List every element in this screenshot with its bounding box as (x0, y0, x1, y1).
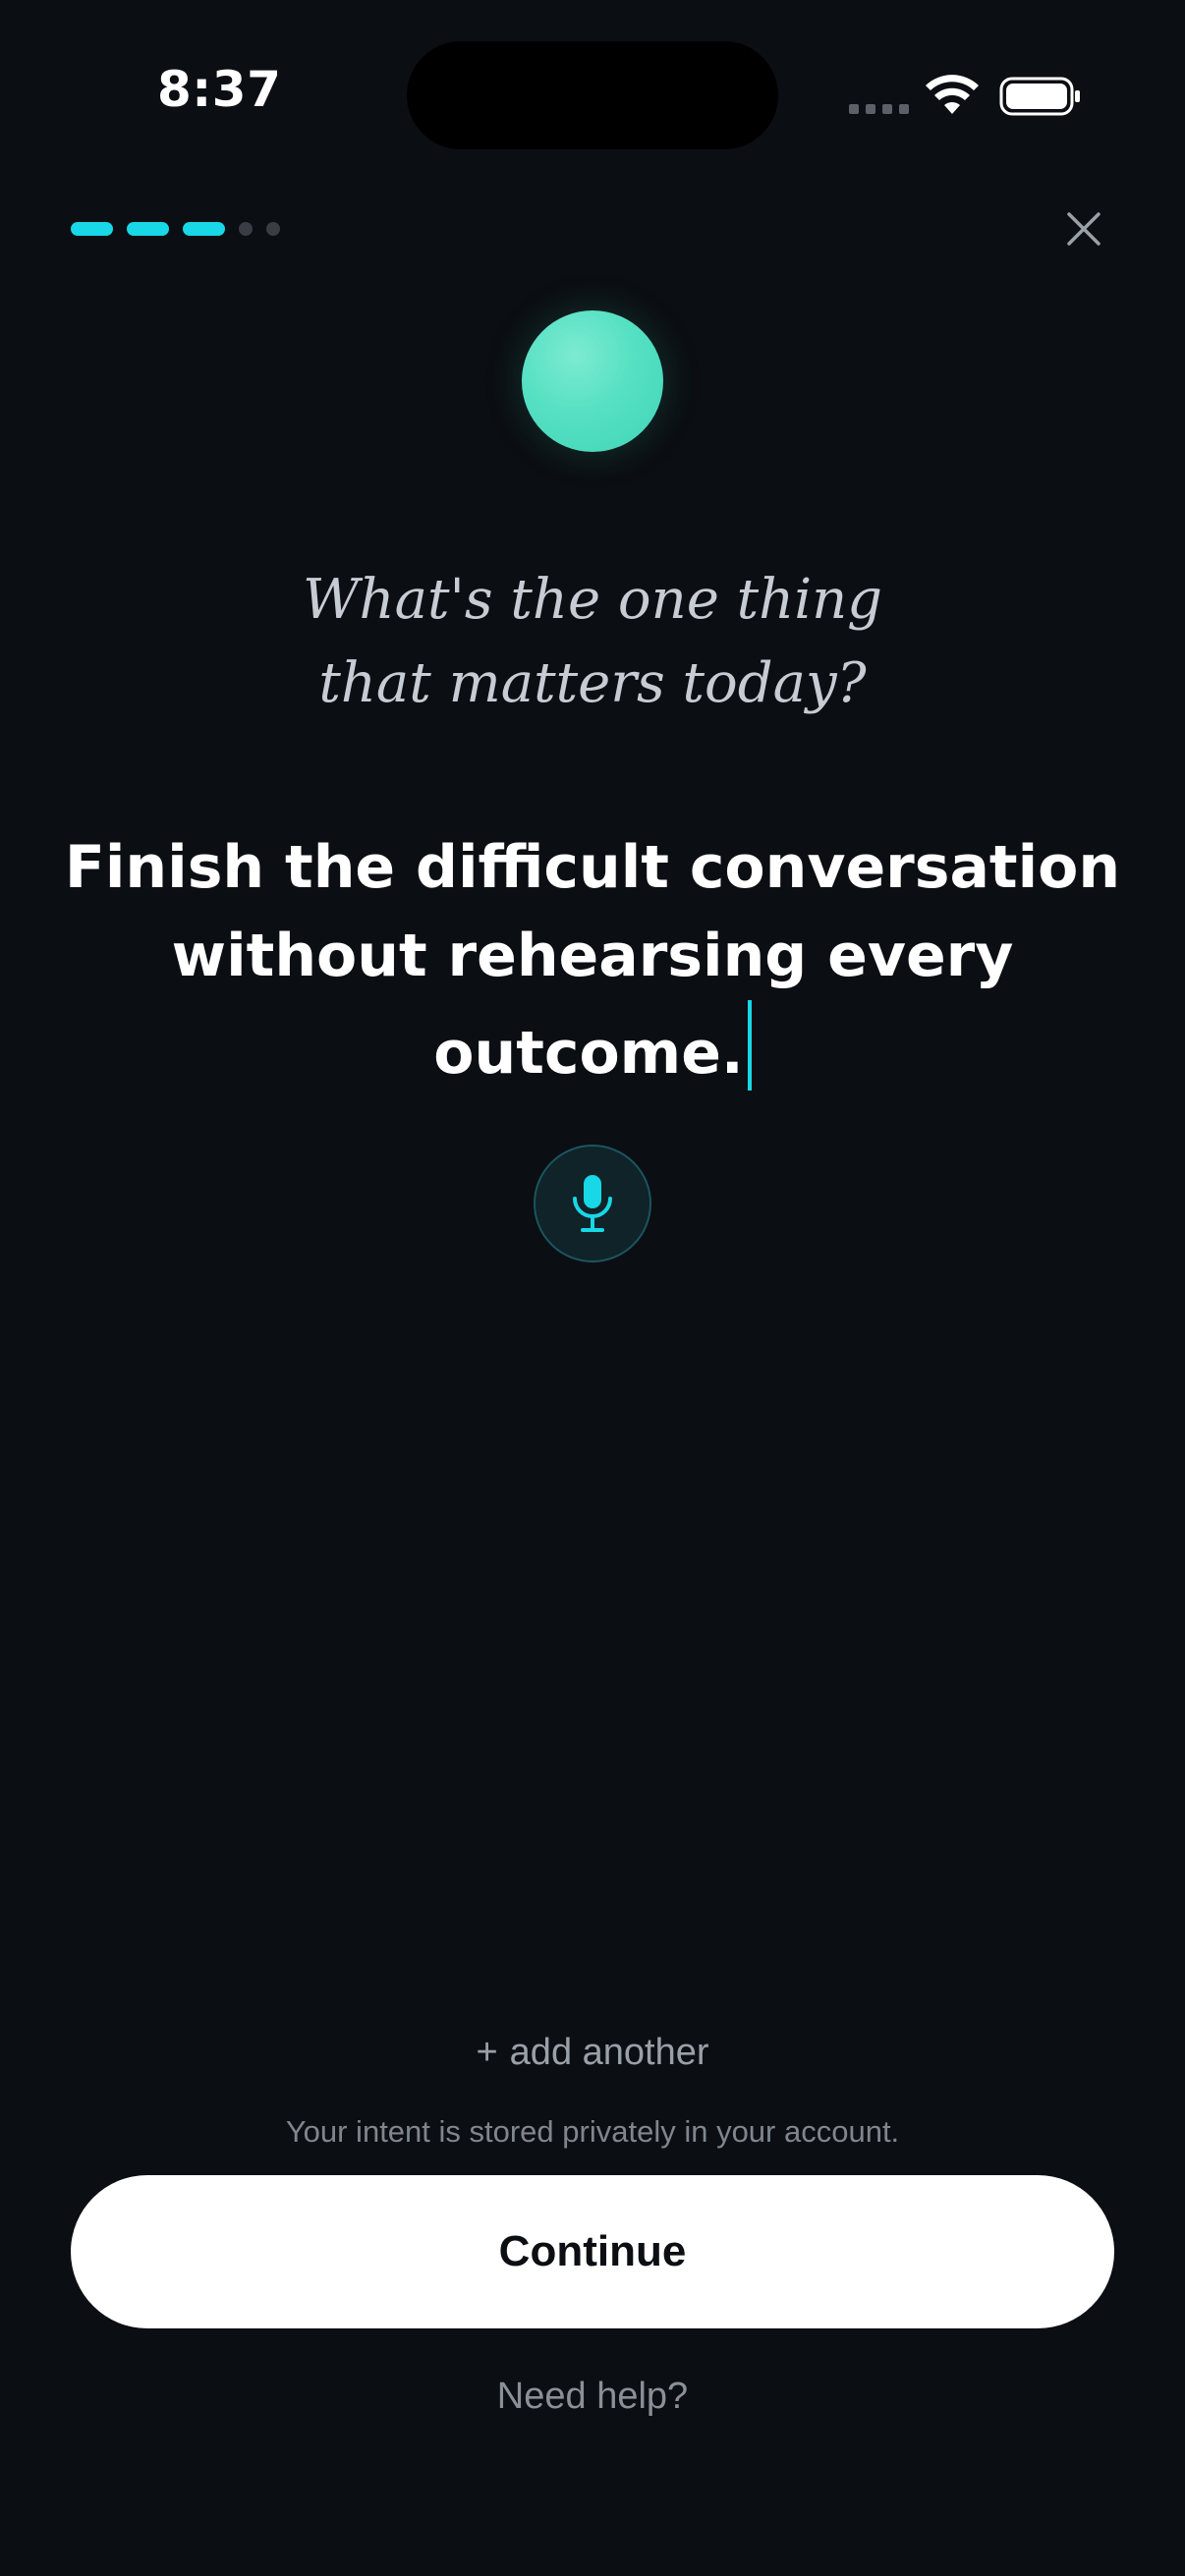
add-another-label: add another (509, 2032, 709, 2073)
prompt-line-2: that matters today? (318, 651, 867, 715)
progress-step-pending (239, 222, 253, 236)
prompt-question: What's the one thing that matters today? (0, 558, 1185, 725)
privacy-note: Your intent is stored privately in your … (285, 2114, 900, 2149)
battery-icon (999, 77, 1080, 116)
need-help-link[interactable]: Need help? (0, 2376, 1185, 2418)
microphone-icon (573, 1175, 612, 1232)
wifi-icon (926, 75, 979, 114)
intent-text: Finish the difficult conversation withou… (64, 833, 1121, 1088)
progress-step-current (183, 222, 225, 236)
prompt-line-1: What's the one thing (302, 568, 883, 632)
status-time: 8:37 (157, 61, 282, 118)
progress-step-complete (71, 222, 113, 236)
signal-icon (849, 104, 909, 114)
intent-text-input[interactable]: Finish the difficult conversation withou… (59, 823, 1126, 1097)
add-another-button[interactable]: + add another (0, 2032, 1185, 2074)
intent-orb (522, 310, 663, 452)
plus-icon: + (476, 2032, 498, 2073)
progress-indicator (71, 222, 280, 236)
progress-step-pending (266, 222, 280, 236)
close-icon[interactable] (1061, 206, 1106, 252)
text-cursor (747, 1000, 752, 1091)
progress-step-complete (127, 222, 169, 236)
continue-button[interactable]: Continue (71, 2175, 1114, 2328)
dynamic-island (407, 41, 778, 149)
microphone-button[interactable] (534, 1145, 651, 1262)
